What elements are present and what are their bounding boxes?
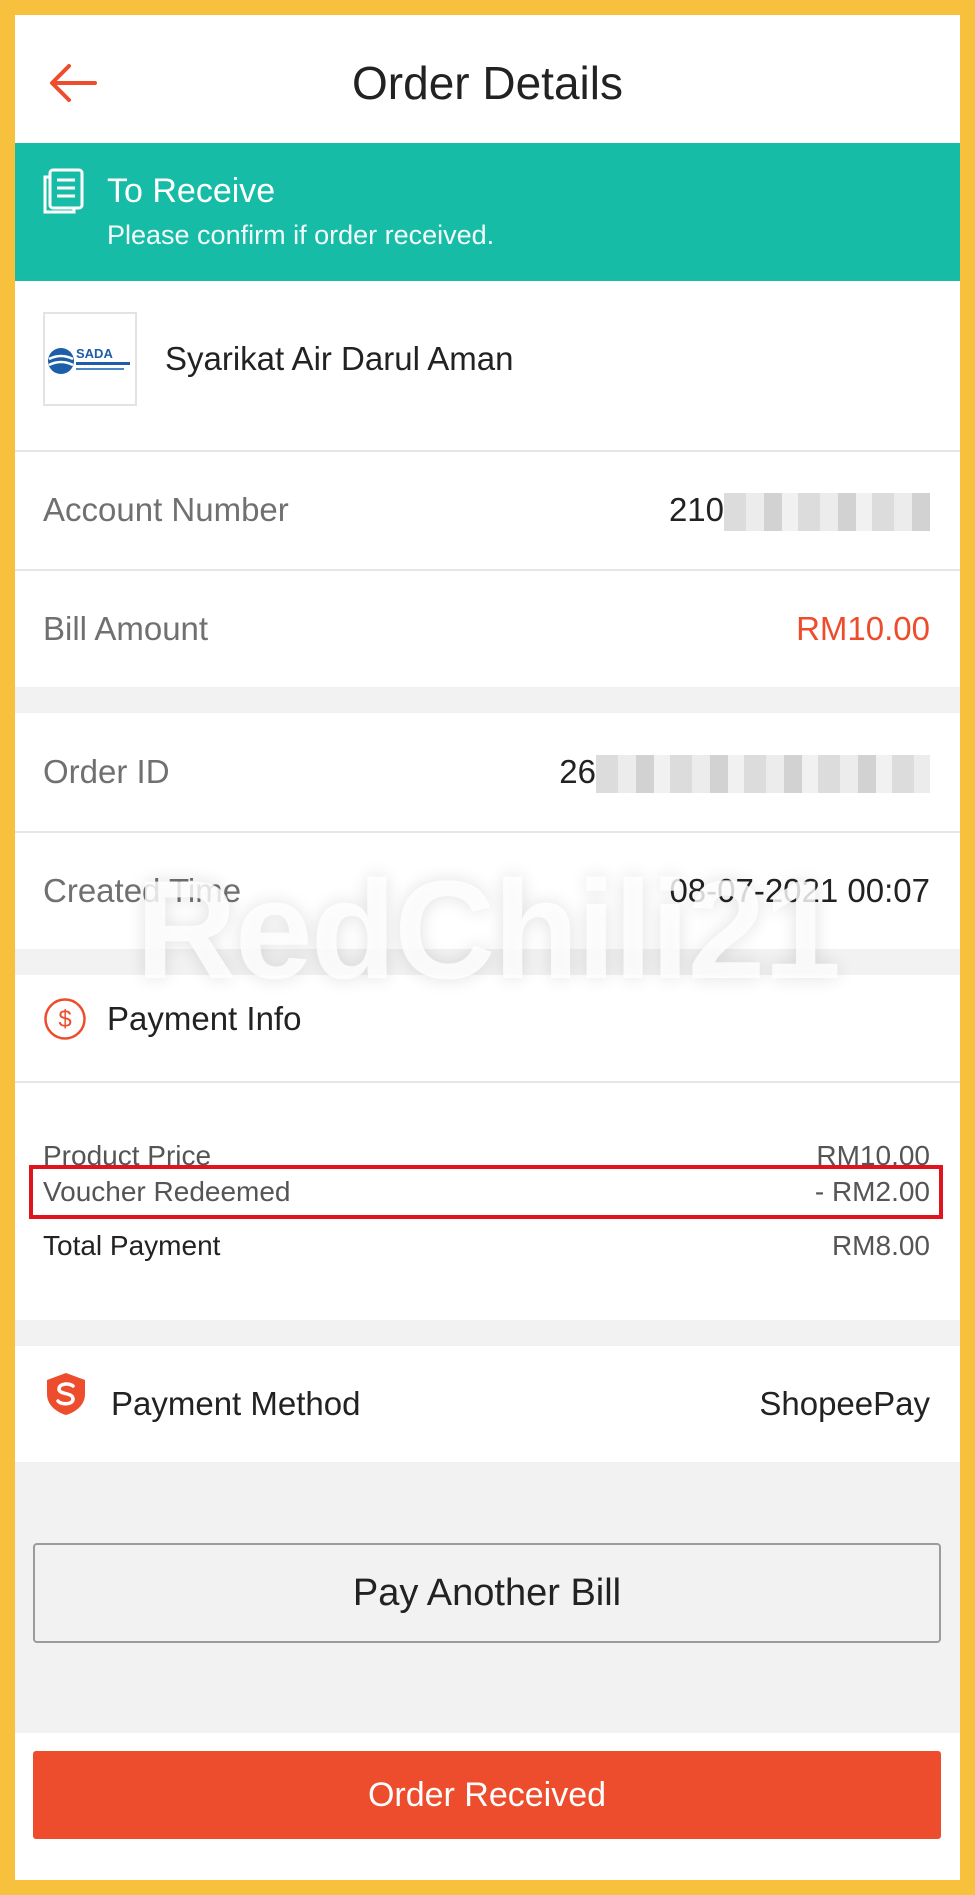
- bill-amount-label: Bill Amount: [43, 610, 209, 647]
- account-number-value: 210: [668, 490, 930, 532]
- voucher-value: - RM2.00: [814, 1176, 930, 1207]
- created-time-label: Created Time: [43, 872, 242, 909]
- shopeepay-shield-icon: [43, 1371, 89, 1417]
- dollar-icon: $: [43, 997, 87, 1041]
- payment-info-title: Payment Info: [107, 1000, 302, 1037]
- biller-logo: SADA: [43, 312, 137, 406]
- biller-name: Syarikat Air Darul Aman: [165, 340, 514, 377]
- created-time-value: 08-07-2021 00:07: [669, 872, 930, 909]
- order-id-label: Order ID: [43, 753, 170, 790]
- total-payment-label: Total Payment: [43, 1230, 221, 1261]
- payment-method-value: ShopeePay: [759, 1385, 930, 1422]
- voucher-label: Voucher Redeemed: [43, 1176, 291, 1207]
- order-id-value: 26: [559, 752, 930, 794]
- total-payment-value: RM8.00: [831, 1230, 930, 1261]
- status-banner: To Receive Please confirm if order recei…: [15, 143, 960, 281]
- order-id-prefix: 26: [559, 753, 596, 790]
- pay-another-bill-button[interactable]: Pay Another Bill: [33, 1543, 941, 1643]
- top-bar: Order Details: [15, 15, 960, 143]
- order-received-button[interactable]: Order Received: [33, 1751, 941, 1839]
- redacted-blur: [596, 755, 930, 794]
- divider: [15, 1081, 960, 1083]
- page-title: Order Details: [352, 57, 623, 109]
- svg-text:$: $: [58, 1006, 71, 1033]
- screen: Order Details To Receive Please confirm …: [15, 15, 960, 1880]
- payment-method-label: Payment Method: [111, 1385, 361, 1422]
- status-title: To Receive: [107, 172, 276, 210]
- status-subtitle: Please confirm if order received.: [107, 220, 495, 250]
- svg-text:SADA: SADA: [76, 346, 113, 361]
- account-number-prefix: 210: [668, 491, 724, 528]
- receipt-icon: [41, 167, 85, 215]
- bill-amount-value: RM10.00: [796, 610, 930, 647]
- redacted-blur: [724, 493, 930, 532]
- account-number-label: Account Number: [43, 491, 289, 528]
